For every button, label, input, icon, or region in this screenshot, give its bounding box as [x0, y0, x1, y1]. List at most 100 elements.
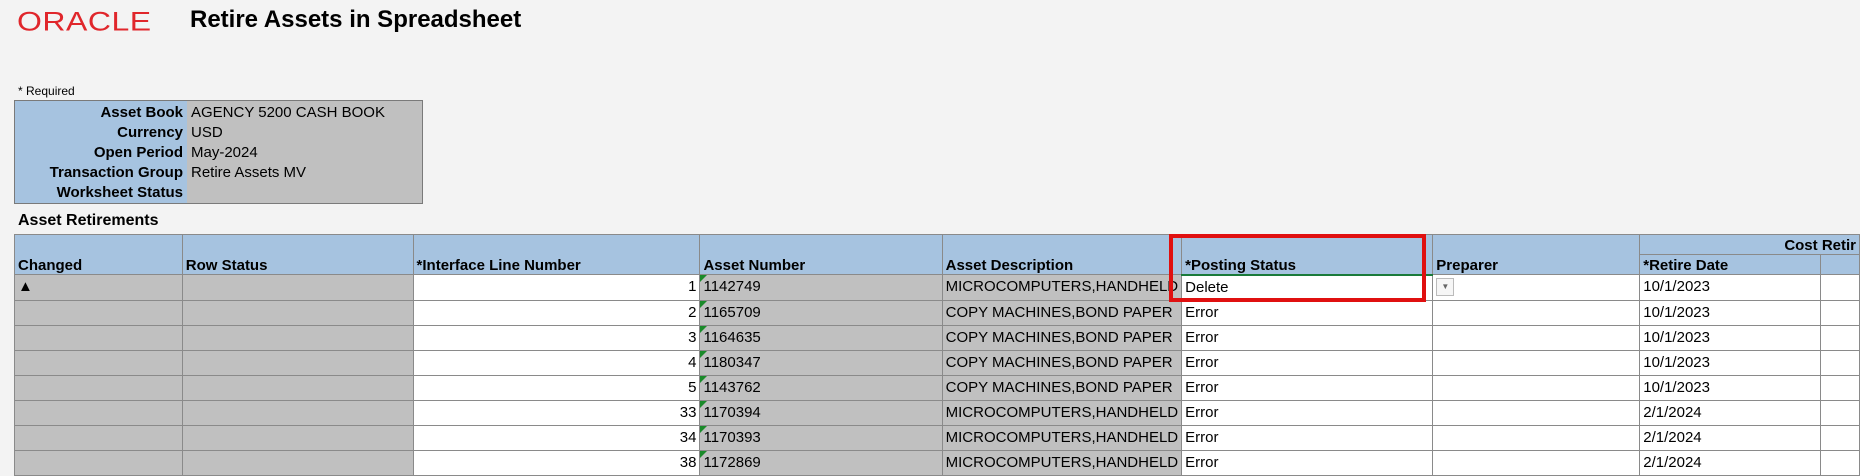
preparer-cell[interactable] — [1432, 349, 1641, 376]
preparer-cell[interactable] — [1432, 299, 1641, 326]
posting-status-cell[interactable]: Error — [1181, 299, 1434, 326]
row-status-cell — [181, 274, 414, 301]
changed-cell — [14, 324, 183, 351]
required-note: * Required — [18, 84, 75, 98]
table-row: 3 1164635 COPY MACHINES,BOND PAPER Error 10/… — [14, 324, 1860, 351]
info-value: USD — [191, 124, 223, 141]
col-header-retire-date[interactable]: *Retire Date — [1639, 254, 1822, 275]
info-row: Worksheet Status — [15, 182, 422, 203]
group-header-cost-retirement: Cost Retir — [1639, 234, 1860, 255]
col-header-posting-status[interactable]: *Posting Status — [1181, 234, 1434, 276]
row-status-cell — [181, 349, 414, 376]
retire-date-cell[interactable]: 2/1/2024 — [1639, 449, 1822, 476]
posting-status-cell[interactable]: Error — [1181, 449, 1434, 476]
retire-date-cell[interactable]: 10/1/2023 — [1639, 299, 1822, 326]
preparer-cell[interactable] — [1432, 374, 1641, 401]
interface-line-cell[interactable]: 2 — [412, 299, 701, 326]
preparer-cell[interactable] — [1432, 424, 1641, 451]
section-title: Asset Retirements — [18, 212, 159, 229]
next-cell[interactable] — [1820, 274, 1860, 301]
preparer-cell[interactable] — [1432, 449, 1641, 476]
changed-cell — [14, 399, 183, 426]
changed-cell: ▲ — [14, 274, 183, 301]
asset-number-cell[interactable]: 1172869 — [699, 449, 943, 476]
retire-date-cell[interactable]: 2/1/2024 — [1639, 424, 1822, 451]
row-status-cell — [181, 449, 414, 476]
row-status-cell — [181, 324, 414, 351]
info-label: Worksheet Status — [56, 184, 183, 201]
interface-line-cell[interactable]: 34 — [412, 424, 701, 451]
changed-cell — [14, 449, 183, 476]
info-label: Currency — [117, 124, 183, 141]
asset-description-cell: COPY MACHINES,BOND PAPER — [941, 324, 1183, 351]
next-cell[interactable] — [1820, 424, 1860, 451]
col-header-changed[interactable]: Changed — [14, 234, 183, 275]
asset-number-cell[interactable]: 1164635 — [699, 324, 943, 351]
info-row: Transaction Group Retire Assets MV — [15, 162, 422, 183]
info-label: Transaction Group — [49, 164, 183, 181]
asset-number-cell[interactable]: 1142749 — [699, 274, 943, 301]
col-header-next — [1820, 254, 1860, 275]
asset-number-cell[interactable]: 1170394 — [699, 399, 943, 426]
col-header-row-status[interactable]: Row Status — [181, 234, 414, 275]
info-value: AGENCY 5200 CASH BOOK — [191, 104, 385, 121]
posting-status-cell[interactable]: Error — [1181, 324, 1434, 351]
asset-number-cell[interactable]: 1180347 — [699, 349, 943, 376]
preparer-cell[interactable] — [1432, 399, 1641, 426]
asset-number-cell[interactable]: 1170393 — [699, 424, 943, 451]
info-value: May-2024 — [191, 144, 258, 161]
next-cell[interactable] — [1820, 349, 1860, 376]
posting-status-cell[interactable]: Error — [1181, 424, 1434, 451]
table-row: 2 1165709 COPY MACHINES,BOND PAPER Error 10/… — [14, 299, 1860, 326]
row-status-cell — [181, 424, 414, 451]
changed-cell — [14, 424, 183, 451]
changed-cell — [14, 349, 183, 376]
col-header-preparer[interactable]: Preparer — [1432, 234, 1641, 275]
row-status-cell — [181, 299, 414, 326]
interface-line-cell[interactable]: 5 — [412, 374, 701, 401]
info-label: Asset Book — [100, 104, 183, 121]
retire-date-cell[interactable]: 10/1/2023 — [1639, 374, 1822, 401]
header-info-panel: Asset Book AGENCY 5200 CASH BOOK Currency U… — [14, 100, 423, 204]
changed-cell — [14, 299, 183, 326]
retire-date-cell[interactable]: 10/1/2023 — [1639, 324, 1822, 351]
asset-description-cell: COPY MACHINES,BOND PAPER — [941, 374, 1183, 401]
preparer-cell[interactable]: ▼ — [1432, 274, 1641, 301]
table-row: 33 1170394 MICROCOMPUTERS,HANDHELD Error 2/1… — [14, 399, 1860, 426]
posting-status-cell[interactable]: Error — [1181, 349, 1434, 376]
next-cell[interactable] — [1820, 374, 1860, 401]
table-row: 38 1172869 MICROCOMPUTERS,HANDHELD Error 2/1… — [14, 449, 1860, 476]
asset-description-cell: COPY MACHINES,BOND PAPER — [941, 299, 1183, 326]
col-header-interface-line-number[interactable]: *Interface Line Number — [412, 234, 701, 275]
info-row: Open Period May-2024 — [15, 142, 422, 163]
interface-line-cell[interactable]: 3 — [412, 324, 701, 351]
col-header-asset-description[interactable]: Asset Description — [941, 234, 1183, 275]
posting-status-cell[interactable]: Error — [1181, 399, 1434, 426]
asset-retirements-table: Changed Row Status *Interface Line Numbe… — [14, 234, 1860, 476]
posting-status-cell[interactable]: Error — [1181, 374, 1434, 401]
asset-description-cell: MICROCOMPUTERS,HANDHELD — [941, 424, 1183, 451]
interface-line-cell[interactable]: 4 — [412, 349, 701, 376]
asset-number-cell[interactable]: 1165709 — [699, 299, 943, 326]
table-row: 5 1143762 COPY MACHINES,BOND PAPER Error 10/… — [14, 374, 1860, 401]
asset-number-cell[interactable]: 1143762 — [699, 374, 943, 401]
retire-date-cell[interactable]: 10/1/2023 — [1639, 274, 1822, 301]
col-header-asset-number[interactable]: Asset Number — [699, 234, 943, 275]
table-row: 4 1180347 COPY MACHINES,BOND PAPER Error 10/… — [14, 349, 1860, 376]
next-cell[interactable] — [1820, 299, 1860, 326]
page-title: Retire Assets in Spreadsheet — [190, 6, 522, 33]
asset-description-cell: MICROCOMPUTERS,HANDHELD — [941, 399, 1183, 426]
posting-status-cell[interactable]: Delete — [1181, 274, 1434, 301]
dropdown-arrow-icon[interactable]: ▼ — [1436, 278, 1455, 297]
interface-line-cell[interactable]: 33 — [412, 399, 701, 426]
preparer-cell[interactable] — [1432, 324, 1641, 351]
next-cell[interactable] — [1820, 399, 1860, 426]
interface-line-cell[interactable]: 38 — [412, 449, 701, 476]
next-cell[interactable] — [1820, 324, 1860, 351]
next-cell[interactable] — [1820, 449, 1860, 476]
retire-date-cell[interactable]: 2/1/2024 — [1639, 399, 1822, 426]
interface-line-cell[interactable]: 1 — [412, 274, 701, 301]
info-row: Currency USD — [15, 122, 422, 143]
row-status-cell — [181, 374, 414, 401]
retire-date-cell[interactable]: 10/1/2023 — [1639, 349, 1822, 376]
